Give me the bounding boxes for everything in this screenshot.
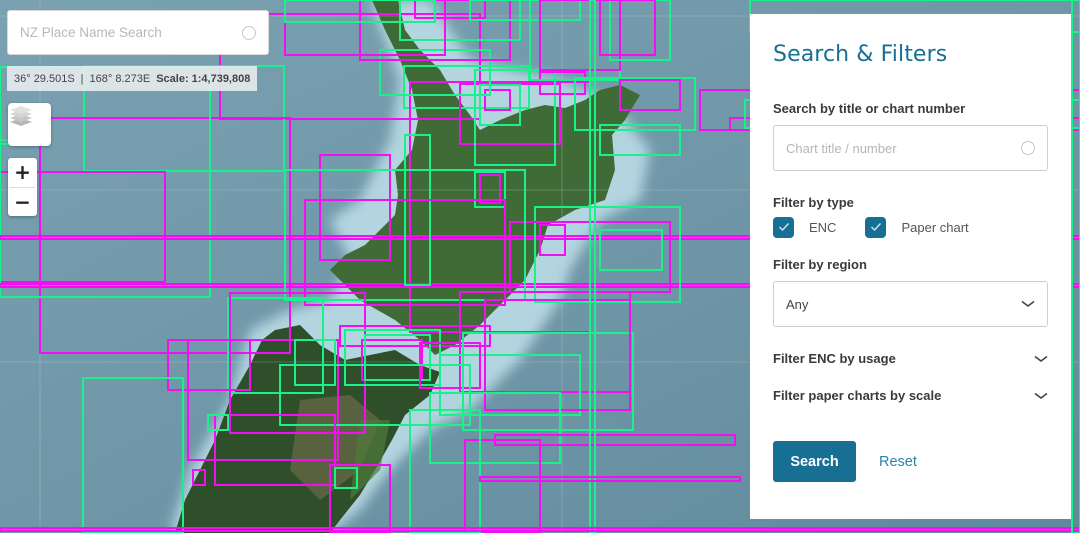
zoom-control: + − xyxy=(8,158,37,216)
region-filter-label: Filter by region xyxy=(773,257,867,272)
accordion-enc-usage-label: Filter ENC by usage xyxy=(773,351,896,366)
coordinate-readout: 36° 29.501S | 168° 8.273E Scale: 1:4,739… xyxy=(7,66,258,91)
place-name-search[interactable] xyxy=(7,10,269,55)
chevron-down-icon xyxy=(1021,300,1035,307)
coord-separator: | xyxy=(80,72,84,85)
checkmark-icon xyxy=(870,223,881,232)
latitude-value: 36° 29.501S xyxy=(14,72,75,85)
search-filters-panel: Search & Filters Search by title or char… xyxy=(750,14,1071,519)
accordion-paper-scale[interactable]: Filter paper charts by scale xyxy=(773,388,1048,403)
chart-search-input[interactable] xyxy=(786,140,1021,156)
checkbox-paper-chart[interactable]: Paper chart xyxy=(865,216,969,238)
type-filter-label: Filter by type xyxy=(773,195,854,210)
layers-icon xyxy=(10,106,32,126)
search-spinner-icon xyxy=(1021,141,1035,155)
checkbox-enc[interactable]: ENC xyxy=(773,216,837,238)
zoom-in-button[interactable]: + xyxy=(8,158,37,187)
layers-button[interactable] xyxy=(8,103,51,146)
checkbox-enc-box[interactable] xyxy=(773,216,794,238)
type-filter-options: ENC Paper chart xyxy=(773,216,1048,238)
scale-label: Scale: xyxy=(156,72,189,85)
search-label: Search by title or chart number xyxy=(773,101,966,116)
reset-button[interactable]: Reset xyxy=(879,454,917,470)
panel-title: Search & Filters xyxy=(773,42,948,67)
region-select[interactable]: Any xyxy=(773,281,1048,327)
search-button[interactable]: Search xyxy=(773,441,856,482)
accordion-paper-scale-label: Filter paper charts by scale xyxy=(773,388,942,403)
checkbox-paper-chart-label: Paper chart xyxy=(901,219,969,235)
longitude-value: 168° 8.273E xyxy=(89,72,151,85)
panel-actions: Search Reset xyxy=(773,441,1048,482)
checkbox-paper-chart-box[interactable] xyxy=(865,216,887,238)
checkbox-enc-label: ENC xyxy=(809,219,837,235)
checkmark-icon xyxy=(778,223,789,232)
scale-value: 1:4,739,808 xyxy=(191,72,251,85)
place-name-search-input[interactable] xyxy=(20,25,242,40)
chevron-down-icon xyxy=(1034,392,1048,399)
loading-spinner-icon xyxy=(242,25,256,40)
zoom-out-button[interactable]: − xyxy=(8,188,37,217)
chevron-down-icon xyxy=(1034,355,1048,362)
accordion-enc-usage[interactable]: Filter ENC by usage xyxy=(773,351,1048,366)
chart-search-field[interactable] xyxy=(773,125,1048,171)
region-select-value: Any xyxy=(786,296,809,312)
